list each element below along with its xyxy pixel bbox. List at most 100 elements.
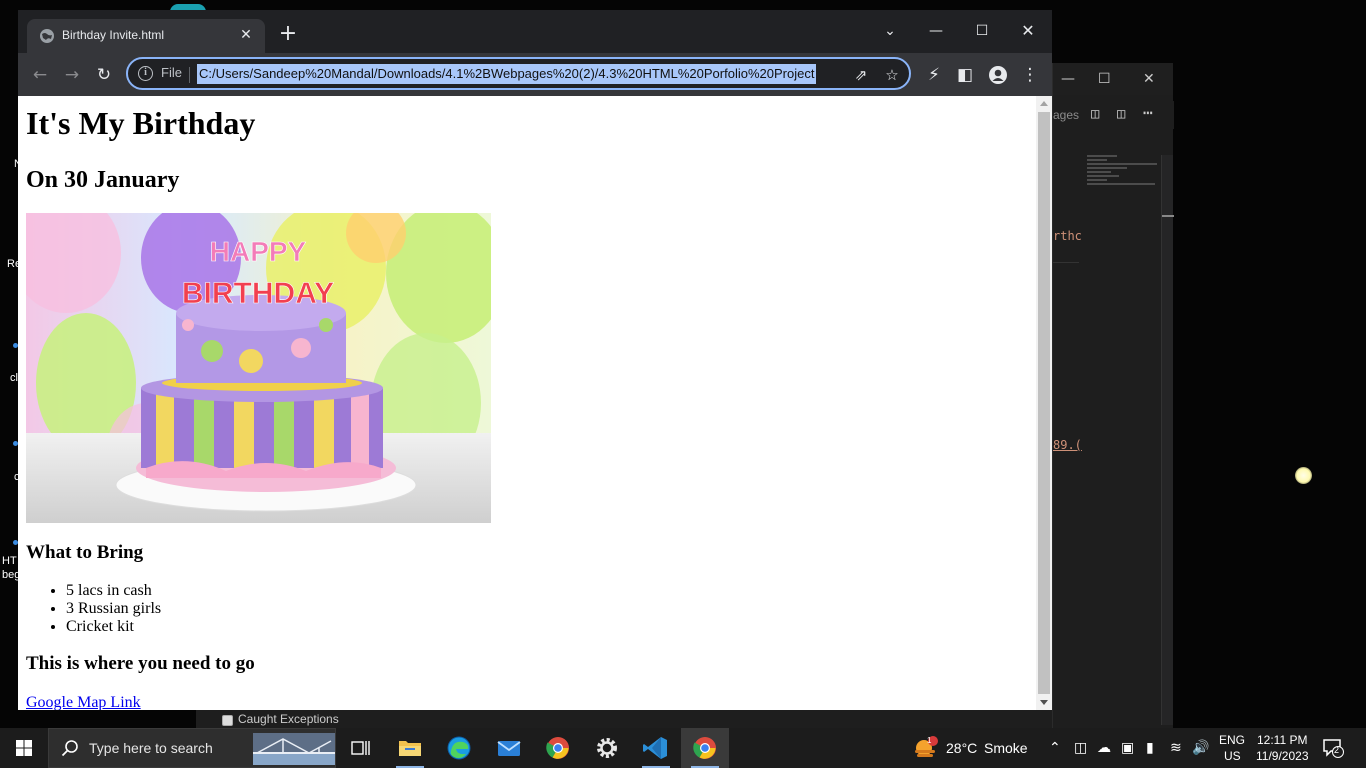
device-icon[interactable]: ▣	[1121, 740, 1134, 756]
wifi-icon[interactable]: ≋	[1170, 740, 1182, 756]
editor-scrollbar[interactable]	[1161, 155, 1174, 725]
scrollbar-thumb[interactable]	[1038, 112, 1050, 694]
divider	[1053, 262, 1079, 263]
show-hidden-icons-chevron[interactable]: ⌃	[1049, 740, 1061, 756]
meet-now-icon[interactable]: ◫	[1074, 740, 1087, 756]
editor-tab-fragment[interactable]: ages	[1053, 108, 1079, 122]
close-window-icon[interactable]: ✕	[1005, 16, 1051, 46]
search-icon	[61, 740, 78, 757]
weather-alert-badge: 1	[927, 736, 932, 745]
menu-kebab-icon[interactable]: ⋮	[1018, 63, 1042, 87]
extension-icon[interactable]: ⚡	[922, 63, 946, 87]
browser-toolbar: ← → ↻ i File C:/Users/Sandeep%20Mandal/D…	[18, 53, 1052, 96]
list-item: 5 lacs in cash	[66, 582, 1028, 600]
url-text[interactable]: C:/Users/Sandeep%20Mandal/Downloads/4.1%…	[197, 64, 817, 84]
windows-logo-icon	[16, 740, 32, 756]
maximize-icon[interactable]: ☐	[959, 16, 1005, 46]
google-map-link[interactable]: Google Map Link	[26, 694, 141, 710]
tab-strip: Birthday Invite.html ✕ + ⌄ — ☐ ✕	[18, 10, 1052, 53]
mail-icon	[497, 741, 521, 756]
taskbar-search[interactable]: Type here to search	[48, 728, 336, 768]
bring-heading: What to Bring	[26, 542, 144, 563]
taskbar-mail[interactable]	[485, 728, 533, 768]
editor-tab-bar: ages ◫ ◫ ⋯	[1053, 101, 1174, 129]
weather-widget[interactable]: 1 28°C Smoke	[910, 728, 1030, 768]
taskbar-chrome-active[interactable]	[681, 728, 729, 768]
edge-browser-icon	[447, 736, 471, 760]
task-view-icon	[351, 741, 370, 755]
web-page: It's My Birthday On 30 January HAPPY BIR…	[18, 96, 1036, 710]
where-heading: This is where you need to go	[26, 653, 255, 674]
minimize-icon[interactable]: —	[913, 16, 959, 46]
onedrive-cloud-icon[interactable]: ☁	[1097, 740, 1111, 756]
cake-candles-text-top: HAPPY	[210, 236, 307, 267]
side-panel-icon[interactable]: ◧	[953, 63, 977, 87]
moon-glow	[1295, 467, 1312, 484]
scroll-up-arrow[interactable]	[1040, 101, 1048, 106]
debug-breakpoints-panel: Caught Exceptions	[196, 710, 1052, 728]
globe-icon	[40, 29, 54, 43]
background-editor-window: — ☐ ✕ ages ◫ ◫ ⋯ rthc 89.(	[1052, 63, 1174, 728]
notification-center-button[interactable]: 2	[1322, 738, 1344, 758]
code-fragment: 89.(	[1053, 438, 1082, 452]
weather-description: Smoke	[984, 740, 1028, 756]
code-fragment: rthc	[1053, 229, 1082, 243]
share-icon[interactable]: ⇗	[851, 65, 871, 85]
caught-exceptions-checkbox[interactable]	[222, 715, 233, 726]
vscode-icon	[643, 737, 667, 759]
taskbar-vscode[interactable]	[632, 728, 680, 768]
new-tab-button[interactable]: +	[277, 23, 299, 46]
back-icon[interactable]: ←	[28, 63, 52, 87]
divider	[189, 67, 190, 83]
taskbar-chrome[interactable]	[534, 728, 582, 768]
cake-candles-text-bottom: BIRTHDAY	[182, 277, 334, 310]
page-heading: It's My Birthday	[26, 105, 256, 141]
search-placeholder: Type here to search	[89, 740, 213, 756]
input-region[interactable]: US	[1224, 749, 1241, 763]
browser-window: Birthday Invite.html ✕ + ⌄ — ☐ ✕ ← → ↻ i…	[18, 10, 1052, 710]
task-view-button[interactable]	[336, 728, 384, 768]
notification-count: 2	[1334, 745, 1340, 755]
chrome-icon	[693, 737, 716, 759]
close-icon[interactable]: ✕	[1143, 71, 1155, 87]
tab-search-icon[interactable]: ⌄	[867, 16, 913, 46]
tab-title: Birthday Invite.html	[62, 28, 165, 42]
input-language[interactable]: ENG	[1219, 733, 1245, 747]
battery-icon[interactable]: ▮	[1146, 740, 1154, 756]
maximize-icon[interactable]: ☐	[1098, 71, 1111, 87]
desktop-text-fragment: HT	[2, 555, 17, 567]
taskbar-settings[interactable]	[583, 728, 631, 768]
search-highlight-bridge-icon[interactable]	[253, 733, 335, 765]
open-changes-icon[interactable]: ◫	[1091, 106, 1099, 122]
clock-date[interactable]: 11/9/2023	[1256, 749, 1309, 763]
birthday-cake-image: HAPPY BIRTHDAY	[26, 213, 491, 523]
gear-icon	[597, 738, 617, 758]
scroll-down-arrow[interactable]	[1040, 700, 1048, 705]
notification-icon	[1323, 739, 1344, 758]
minimize-icon[interactable]: —	[1061, 71, 1075, 87]
taskbar-file-explorer[interactable]	[386, 728, 434, 768]
close-tab-icon[interactable]: ✕	[237, 26, 255, 44]
reload-icon[interactable]: ↻	[92, 63, 116, 87]
date-heading: On 30 January	[26, 167, 180, 193]
bookmark-star-icon[interactable]: ☆	[882, 65, 902, 85]
taskbar: Type here to search 1 28°C Smoke ⌃ ◫ ☁ ▣…	[0, 728, 1366, 768]
desktop-text-fragment: cl	[10, 372, 18, 384]
editor-titlebar: — ☐ ✕	[1053, 63, 1173, 95]
forward-icon[interactable]: →	[60, 63, 84, 87]
split-editor-icon[interactable]: ◫	[1117, 106, 1125, 122]
folder-icon	[399, 741, 421, 756]
start-button[interactable]	[0, 728, 48, 768]
address-bar[interactable]: i File C:/Users/Sandeep%20Mandal/Downloa…	[126, 57, 911, 90]
volume-icon[interactable]: 🔊	[1192, 740, 1209, 756]
weather-temperature: 28°C	[946, 740, 978, 756]
profile-avatar-icon[interactable]	[986, 63, 1010, 87]
clock-time[interactable]: 12:11 PM	[1257, 733, 1307, 747]
browser-tab[interactable]: Birthday Invite.html ✕	[27, 19, 265, 53]
more-actions-icon[interactable]: ⋯	[1143, 103, 1153, 122]
taskbar-edge[interactable]	[435, 728, 483, 768]
page-scrollbar[interactable]	[1036, 96, 1052, 710]
site-info-icon[interactable]: i	[138, 66, 153, 81]
file-scheme-chip: File	[161, 65, 182, 80]
page-viewport: It's My Birthday On 30 January HAPPY BIR…	[18, 96, 1052, 710]
